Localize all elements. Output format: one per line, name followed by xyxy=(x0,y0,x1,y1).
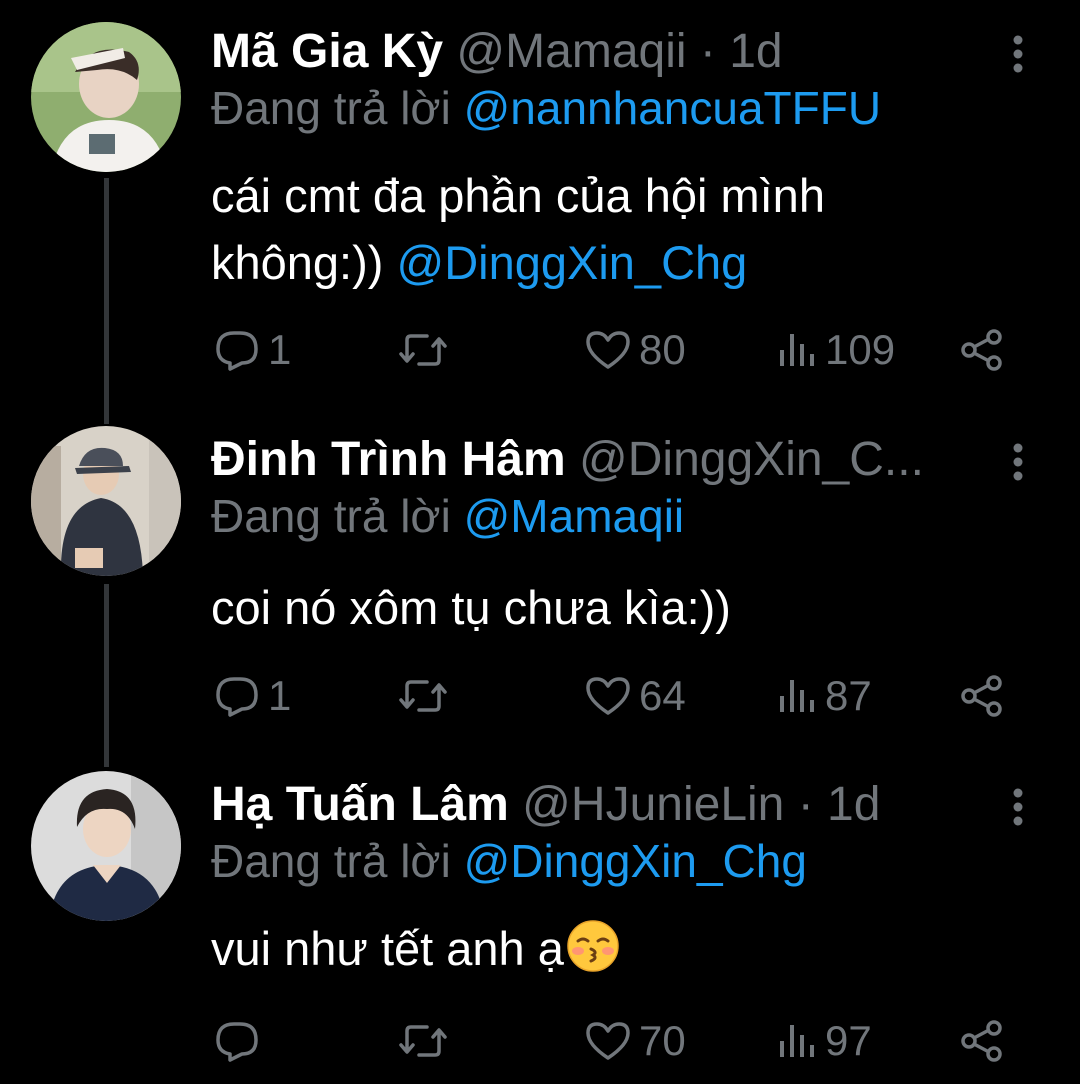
tweet-text-fragment: không:)) xyxy=(211,236,384,289)
reply-button[interactable] xyxy=(214,1011,268,1071)
reply-button[interactable]: 1 xyxy=(214,320,291,380)
views-button[interactable]: 97 xyxy=(777,1011,872,1071)
timestamp[interactable]: 1d xyxy=(827,778,880,831)
tweet-header: Hạ Tuấn Lâm @HJunieLin · 1d xyxy=(211,775,1001,835)
user-handle[interactable]: @HJunieLin xyxy=(522,778,784,831)
avatar-ma-gia-ky[interactable] xyxy=(31,22,181,172)
tweet-text: cái cmt đa phần của hội mình không:)) @D… xyxy=(211,162,1011,296)
reply-icon xyxy=(214,675,260,717)
tweet-mention[interactable]: @DinggXin_Chg xyxy=(396,236,747,289)
like-count: 70 xyxy=(639,1017,686,1064)
retweet-icon xyxy=(397,1021,449,1061)
display-name[interactable]: Mã Gia Kỳ xyxy=(211,25,443,78)
replying-to-mention[interactable]: @Mamaqii xyxy=(464,490,685,542)
views-count: 109 xyxy=(825,326,896,373)
retweet-button[interactable] xyxy=(397,320,457,380)
replying-to: Đang trả lời @DinggXin_Chg xyxy=(211,831,807,891)
share-button[interactable] xyxy=(960,666,1004,726)
avatar-image xyxy=(31,426,181,576)
avatar-dinh-trinh-ham[interactable] xyxy=(31,426,181,576)
like-icon xyxy=(585,1020,631,1062)
tweet-text-fragment: vui như tết anh ạ xyxy=(211,922,564,975)
more-icon[interactable] xyxy=(1000,442,1036,482)
views-button[interactable]: 87 xyxy=(777,666,872,726)
tweet-header: Đinh Trình Hâm @DinggXin_C... xyxy=(211,430,1001,490)
reply-icon xyxy=(214,1020,260,1062)
tweet-actions: 1 64 87 xyxy=(0,666,1080,726)
like-icon xyxy=(585,675,631,717)
avatar-ha-tuan-lam[interactable] xyxy=(31,771,181,921)
views-count: 87 xyxy=(825,672,872,719)
like-button[interactable]: 80 xyxy=(585,320,686,380)
share-button[interactable] xyxy=(960,1011,1004,1071)
like-icon xyxy=(585,329,631,371)
tweet-text-line: vui như tết anh ạ xyxy=(211,915,1011,982)
reply-count: 1 xyxy=(268,672,292,719)
tweet-header: Mã Gia Kỳ @Mamaqii · 1d xyxy=(211,22,1001,82)
tweet-actions: 1 80 109 xyxy=(0,320,1080,380)
thread-connector-line xyxy=(104,178,109,424)
share-icon xyxy=(960,674,1004,718)
like-count: 64 xyxy=(639,672,686,719)
tweet-actions: 70 97 xyxy=(0,1011,1080,1071)
replying-to-label: Đang trả lời xyxy=(211,82,451,134)
replying-to-mention[interactable]: @DinggXin_Chg xyxy=(464,835,807,887)
reply-icon xyxy=(214,329,260,371)
replying-to-mention[interactable]: @nannhancuaTFFU xyxy=(464,82,881,134)
share-icon xyxy=(960,1019,1004,1063)
retweet-icon xyxy=(397,676,449,716)
views-icon xyxy=(777,676,817,716)
replying-to-label: Đang trả lời xyxy=(211,835,451,887)
views-icon xyxy=(777,1021,817,1061)
like-count: 80 xyxy=(639,326,686,373)
retweet-button[interactable] xyxy=(397,666,457,726)
display-name[interactable]: Đinh Trình Hâm xyxy=(211,433,566,486)
views-button[interactable]: 109 xyxy=(777,320,895,380)
views-icon xyxy=(777,330,817,370)
like-button[interactable]: 64 xyxy=(585,666,686,726)
separator-dot: · xyxy=(699,25,716,78)
retweet-icon xyxy=(397,330,449,370)
reply-button[interactable]: 1 xyxy=(214,666,291,726)
avatar-image xyxy=(31,22,181,172)
avatar-image xyxy=(31,771,181,921)
timestamp[interactable]: 1d xyxy=(729,25,782,78)
tweet-text: coi nó xôm tụ chưa kìa:)) xyxy=(211,574,1011,641)
display-name[interactable]: Hạ Tuấn Lâm xyxy=(211,778,509,831)
reply-count: 1 xyxy=(268,326,292,373)
replying-to: Đang trả lời @Mamaqii xyxy=(211,486,684,546)
share-button[interactable] xyxy=(960,320,1004,380)
user-handle[interactable]: @DinggXin_C... xyxy=(579,433,924,486)
user-handle[interactable]: @Mamaqii xyxy=(456,25,686,78)
tweet-text: vui như tết anh ạ xyxy=(211,915,1011,982)
replying-to: Đang trả lời @nannhancuaTFFU xyxy=(211,78,881,138)
views-count: 97 xyxy=(825,1017,872,1064)
reply-thread: Mã Gia Kỳ @Mamaqii · 1d Đang trả lời @na… xyxy=(0,0,1080,1084)
retweet-button[interactable] xyxy=(397,1011,457,1071)
tweet-text-line: không:)) @DinggXin_Chg xyxy=(211,229,1011,296)
tweet-text-line: coi nó xôm tụ chưa kìa:)) xyxy=(211,581,731,634)
like-button[interactable]: 70 xyxy=(585,1011,686,1071)
share-icon xyxy=(960,328,1004,372)
kissing-face-emoji-icon xyxy=(566,919,620,973)
more-icon[interactable] xyxy=(1000,787,1036,827)
tweet-text-line: cái cmt đa phần của hội mình xyxy=(211,169,825,222)
separator-dot: · xyxy=(797,778,814,831)
more-icon[interactable] xyxy=(1000,34,1036,74)
replying-to-label: Đang trả lời xyxy=(211,490,451,542)
